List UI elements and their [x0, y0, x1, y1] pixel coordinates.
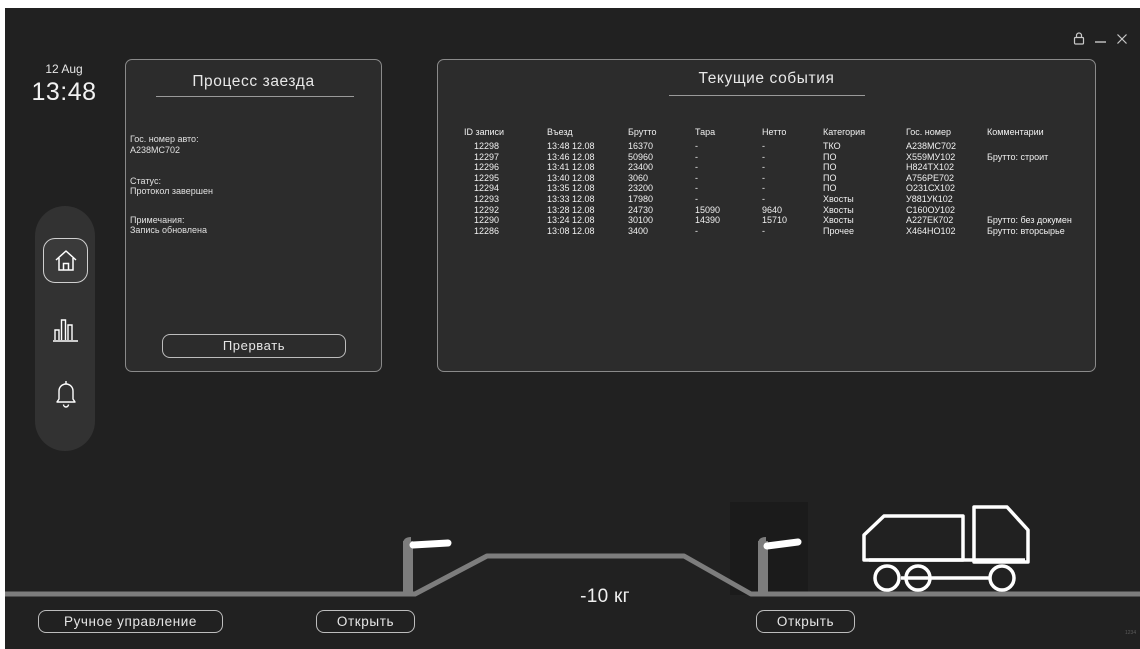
manual-control-button[interactable]: Ручное управление: [38, 610, 223, 633]
open-entry-barrier-button[interactable]: Открыть: [316, 610, 415, 633]
truck-icon: [862, 505, 1030, 592]
open-exit-barrier-button[interactable]: Открыть: [756, 610, 855, 633]
scale-weight: -10 кг: [580, 586, 630, 607]
weighbridge-scene: [5, 502, 1140, 597]
app-window: 12 Aug 13:48 Процесс заезда Гос. номер а…: [5, 8, 1140, 649]
version-label: 1234: [1125, 630, 1137, 636]
